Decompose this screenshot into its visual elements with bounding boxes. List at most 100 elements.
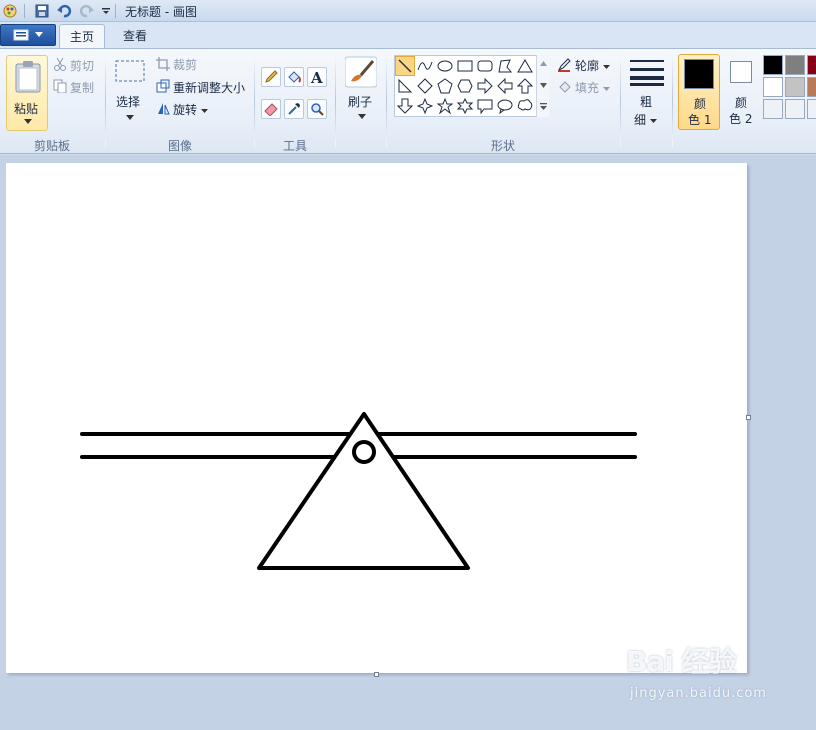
chevron-down-icon xyxy=(24,119,32,124)
pencil-tool-button[interactable] xyxy=(261,67,281,87)
outline-button[interactable]: 轮廓 xyxy=(575,57,610,74)
fill-icon xyxy=(559,81,571,93)
size-button[interactable]: 粗 细 xyxy=(627,55,667,133)
customize-dropdown-icon[interactable] xyxy=(98,3,114,19)
resize-icon xyxy=(156,79,170,93)
rotate-label: 旋转 xyxy=(173,103,198,117)
baidu-watermark: Bai 经验 jingyan.baidu.com xyxy=(626,640,806,710)
shape-down-arrow[interactable] xyxy=(395,96,415,116)
drawing-canvas[interactable] xyxy=(6,163,747,673)
shapes-gallery xyxy=(394,55,549,117)
curve-shape-icon xyxy=(417,61,433,71)
shape-oval[interactable] xyxy=(435,56,455,76)
redo-icon[interactable] xyxy=(79,3,95,19)
group-label-clipboard: 剪贴板 xyxy=(33,139,70,153)
left-arrow-shape-icon xyxy=(497,78,513,94)
shape-up-arrow[interactable] xyxy=(515,76,535,96)
save-icon[interactable] xyxy=(34,3,50,19)
magnifier-tool-button[interactable] xyxy=(307,99,327,119)
crop-icon xyxy=(156,57,170,71)
scroll-up-icon xyxy=(540,61,547,66)
palette-swatch-black[interactable] xyxy=(763,55,783,75)
six-point-star-shape-icon xyxy=(457,98,473,114)
shape-rounded-rectangle[interactable] xyxy=(475,56,495,76)
shape-triangle[interactable] xyxy=(515,56,535,76)
shapes-scrollbar[interactable] xyxy=(536,55,549,117)
color1-label-2: 色 1 xyxy=(688,113,712,127)
shape-cloud-callout[interactable] xyxy=(515,96,535,116)
palette-swatch-gray[interactable] xyxy=(785,55,805,75)
paint-menu-button[interactable] xyxy=(0,24,56,46)
polygon-shape-icon xyxy=(498,59,513,73)
window-title: 无标题 - 画图 xyxy=(125,5,197,19)
chevron-down-icon xyxy=(649,119,657,123)
brushes-button[interactable]: 刷子 xyxy=(342,55,380,133)
four-point-star-shape-icon xyxy=(417,98,433,114)
text-tool-button[interactable]: A xyxy=(307,67,327,87)
group-label-tools: 工具 xyxy=(282,139,307,153)
scissors-icon xyxy=(54,57,66,71)
shape-curve[interactable] xyxy=(415,56,435,76)
shape-rect-callout[interactable] xyxy=(475,96,495,116)
chevron-down-icon xyxy=(602,87,610,91)
resize-handle-bottom[interactable] xyxy=(374,672,379,677)
expand-gallery-icon xyxy=(540,103,547,110)
resize-handle-right[interactable] xyxy=(746,415,751,420)
fill-tool-button[interactable] xyxy=(284,67,304,87)
color2-button[interactable]: 颜 色 2 xyxy=(724,54,758,130)
clipboard-icon xyxy=(15,61,41,93)
copy-icon xyxy=(53,79,67,93)
shape-hexagon[interactable] xyxy=(455,76,475,96)
paint-app-icon[interactable] xyxy=(2,3,18,19)
copy-button[interactable]: 复制 xyxy=(70,79,94,96)
chevron-down-icon xyxy=(602,65,610,69)
shape-diamond[interactable] xyxy=(415,76,435,96)
eraser-icon xyxy=(264,103,278,116)
watermark-url: jingyan.baidu.com xyxy=(630,686,767,701)
size-label-2: 细 xyxy=(634,111,657,128)
shape-five-point-star[interactable] xyxy=(435,96,455,116)
color1-button[interactable]: 颜 色 1 xyxy=(678,54,720,130)
palette-swatch-light-gray[interactable] xyxy=(785,77,805,97)
select-button[interactable]: 选择 xyxy=(112,57,148,135)
shape-oval-callout[interactable] xyxy=(495,96,515,116)
text-icon: A xyxy=(310,70,323,84)
palette-swatch-brown[interactable] xyxy=(807,77,816,97)
svg-text:A: A xyxy=(310,70,323,84)
shape-right-arrow[interactable] xyxy=(475,76,495,96)
palette-swatch-empty[interactable] xyxy=(785,99,805,119)
color-picker-tool-button[interactable] xyxy=(284,99,304,119)
paste-button[interactable]: 粘贴 xyxy=(6,55,48,131)
resize-button[interactable]: 重新调整大小 xyxy=(173,79,245,96)
ribbon: 粘贴 剪切 复制 剪贴板 选择 裁剪 重新调整大小 旋转 图像 A 工具 刷子 xyxy=(0,48,816,154)
eraser-tool-button[interactable] xyxy=(261,99,281,119)
crop-button[interactable]: 裁剪 xyxy=(173,56,197,73)
shape-pentagon[interactable] xyxy=(435,76,455,96)
shape-line[interactable] xyxy=(395,56,415,76)
shape-rectangle[interactable] xyxy=(455,56,475,76)
group-separator xyxy=(386,55,387,147)
cloud-callout-shape-icon xyxy=(517,99,533,111)
shape-left-arrow[interactable] xyxy=(495,76,515,96)
color1-label-1: 颜 xyxy=(694,97,707,111)
fill-button[interactable]: 填充 xyxy=(575,79,610,96)
cut-button[interactable]: 剪切 xyxy=(70,57,94,74)
shape-six-point-star[interactable] xyxy=(455,96,475,116)
palette-swatch-white[interactable] xyxy=(763,77,783,97)
rotate-button[interactable]: 旋转 xyxy=(173,101,208,118)
palette-swatch-empty[interactable] xyxy=(807,99,816,119)
shape-four-point-star[interactable] xyxy=(415,96,435,116)
group-label-shapes: 形状 xyxy=(490,139,515,153)
tab-view[interactable]: 查看 xyxy=(112,24,158,48)
shape-polygon[interactable] xyxy=(495,56,515,76)
five-point-star-shape-icon xyxy=(437,98,453,114)
tab-home[interactable]: 主页 xyxy=(59,24,105,48)
shape-right-triangle[interactable] xyxy=(395,76,415,96)
right-triangle-shape-icon xyxy=(398,78,413,93)
palette-swatch-dark-red[interactable] xyxy=(807,55,816,75)
undo-icon[interactable] xyxy=(56,3,72,19)
fulcrum-triangle xyxy=(257,412,470,570)
palette-swatch-empty[interactable] xyxy=(763,99,783,119)
hexagon-shape-icon xyxy=(457,79,473,93)
scroll-down-icon xyxy=(540,83,547,88)
